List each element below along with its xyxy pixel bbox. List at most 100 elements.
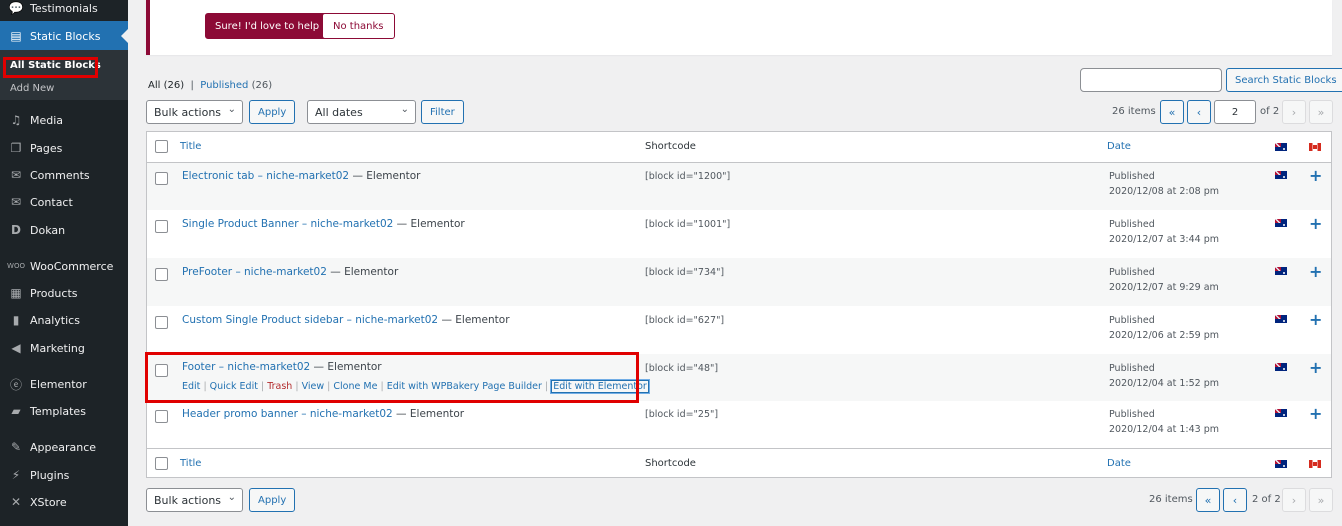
select-all-checkbox[interactable] — [155, 140, 168, 153]
view-all[interactable]: All (26) — [148, 80, 184, 91]
apply-button-top[interactable]: Apply — [249, 100, 296, 124]
menu-marketing[interactable]: ◀ Marketing — [0, 336, 128, 360]
first-page-button-top[interactable]: « — [1160, 100, 1184, 124]
row-status: Published — [1109, 219, 1155, 230]
search-button[interactable]: Search Static Blocks — [1226, 68, 1342, 92]
row-shortcode: [block id="1200"] — [645, 171, 731, 182]
table-row: PreFooter – niche-market02 — Elementor [… — [147, 258, 1331, 306]
row-status: Published — [1109, 267, 1155, 278]
highlight-box-submenu — [3, 57, 98, 78]
row-date: 2020/12/06 at 2:59 pm — [1109, 330, 1219, 341]
add-translation-icon[interactable]: + — [1309, 214, 1322, 233]
bar-chart-icon: ▮ — [12, 313, 20, 327]
select-all-checkbox-bottom[interactable] — [155, 457, 168, 470]
filter-button[interactable]: Filter — [421, 100, 464, 124]
add-translation-icon[interactable]: + — [1309, 262, 1322, 281]
menu-static-blocks[interactable]: ▤ Static Blocks — [0, 21, 128, 51]
first-page-button-bottom[interactable]: « — [1196, 488, 1220, 512]
next-page-button-bottom: › — [1282, 488, 1306, 512]
menu-comments[interactable]: ✉ Comments — [0, 163, 128, 187]
row-date: 2020/12/07 at 3:44 pm — [1109, 234, 1219, 245]
static-blocks-table: Title Shortcode Date Electronic tab – ni… — [146, 131, 1332, 478]
row-title-link[interactable]: Electronic tab – niche-market02 — Elemen… — [182, 170, 421, 182]
menu-appearance[interactable]: ✎ Appearance — [0, 435, 128, 459]
add-translation-icon[interactable]: + — [1309, 404, 1322, 423]
menu-woocommerce[interactable]: WOO WooCommerce — [0, 254, 128, 278]
add-translation-icon[interactable]: + — [1309, 358, 1322, 377]
row-date: 2020/12/04 at 1:52 pm — [1109, 378, 1219, 389]
table-row: Custom Single Product sidebar – niche-ma… — [147, 306, 1331, 354]
last-page-button-top: » — [1309, 100, 1333, 124]
bulk-actions-select-top[interactable]: Bulk actions ⌄ — [146, 100, 243, 124]
flag-au-icon — [1275, 460, 1287, 468]
notice-accept-button[interactable]: Sure! I'd love to help — [205, 13, 330, 39]
row-checkbox[interactable] — [155, 316, 168, 329]
chevron-down-icon: ⌄ — [400, 104, 409, 115]
speech-bubble-icon: 💬 — [8, 1, 24, 15]
menu-plugins[interactable]: ⚡ Plugins — [0, 463, 128, 487]
prev-page-button-bottom[interactable]: ‹ — [1223, 488, 1247, 512]
flag-au-icon — [1275, 409, 1287, 417]
highlight-box-footer-row — [145, 352, 639, 403]
media-icon: ♫ — [10, 113, 22, 127]
table-header-row: Title Shortcode Date — [147, 132, 1331, 162]
notice-decline-button[interactable]: No thanks — [322, 13, 395, 39]
column-shortcode: Shortcode — [645, 141, 696, 152]
column-date-bottom[interactable]: Date — [1107, 458, 1131, 469]
current-page-input[interactable]: 2 — [1214, 100, 1256, 124]
mail-icon: ✉ — [10, 195, 22, 209]
row-checkbox[interactable] — [155, 220, 168, 233]
flag-ca-icon — [1309, 460, 1321, 468]
menu-templates[interactable]: ▰ Templates — [0, 399, 128, 423]
folder-icon: ▰ — [11, 404, 21, 418]
flag-ca-icon — [1309, 143, 1321, 151]
add-translation-icon[interactable]: + — [1309, 310, 1322, 329]
flag-au-icon — [1275, 315, 1287, 323]
flag-au-icon — [1275, 219, 1287, 227]
row-title-link[interactable]: PreFooter – niche-market02 — Elementor — [182, 266, 398, 278]
table-row: Single Product Banner – niche-market02 —… — [147, 210, 1331, 258]
row-status: Published — [1109, 315, 1155, 326]
elementor-icon: ⓔ — [9, 377, 22, 392]
submenu-add-new[interactable]: Add New — [10, 83, 54, 94]
dates-select[interactable]: All dates ⌄ — [307, 100, 416, 124]
pages-icon: ❐ — [10, 141, 22, 155]
admin-sidebar: 💬 Testimonials ▤ Static Blocks All Stati… — [0, 0, 128, 526]
apply-button-bottom[interactable]: Apply — [249, 488, 296, 512]
row-shortcode: [block id="1001"] — [645, 219, 731, 230]
menu-media[interactable]: ♫ Media — [0, 108, 128, 132]
add-translation-icon[interactable]: + — [1309, 166, 1322, 185]
xstore-icon: ✕ — [10, 495, 22, 509]
menu-elementor[interactable]: ⓔ Elementor — [0, 372, 128, 396]
flag-au-icon — [1275, 267, 1287, 275]
flag-au-icon — [1275, 143, 1287, 151]
row-checkbox[interactable] — [155, 172, 168, 185]
row-title-link[interactable]: Header promo banner – niche-market02 — E… — [182, 408, 464, 420]
comment-icon: ✉ — [10, 168, 22, 182]
row-shortcode: [block id="627"] — [645, 315, 725, 326]
total-pages-top: of 2 — [1260, 106, 1280, 117]
menu-testimonials[interactable]: 💬 Testimonials — [0, 0, 128, 20]
menu-pages[interactable]: ❐ Pages — [0, 136, 128, 160]
next-page-button-top: › — [1282, 100, 1306, 124]
view-published[interactable]: Published (26) — [200, 80, 272, 91]
flag-au-icon — [1275, 171, 1287, 179]
row-title-link[interactable]: Single Product Banner – niche-market02 —… — [182, 218, 465, 230]
flag-au-icon — [1275, 363, 1287, 371]
prev-page-button-top[interactable]: ‹ — [1187, 100, 1211, 124]
row-title-link[interactable]: Custom Single Product sidebar – niche-ma… — [182, 314, 510, 326]
search-input[interactable] — [1080, 68, 1222, 92]
bulk-actions-select-bottom[interactable]: Bulk actions ⌄ — [146, 488, 243, 512]
menu-contact[interactable]: ✉ Contact — [0, 190, 128, 214]
column-title-bottom[interactable]: Title — [180, 458, 201, 469]
row-checkbox[interactable] — [155, 268, 168, 281]
row-checkbox[interactable] — [155, 410, 168, 423]
column-title[interactable]: Title — [180, 141, 201, 152]
megaphone-icon: ◀ — [11, 341, 21, 355]
menu-dokan[interactable]: D Dokan — [0, 218, 128, 242]
menu-analytics[interactable]: ▮ Analytics — [0, 308, 128, 332]
menu-xstore[interactable]: ✕ XStore — [0, 490, 128, 514]
menu-products[interactable]: ▦ Products — [0, 281, 128, 305]
column-date[interactable]: Date — [1107, 141, 1131, 152]
items-count-top: 26 items — [1112, 106, 1156, 117]
